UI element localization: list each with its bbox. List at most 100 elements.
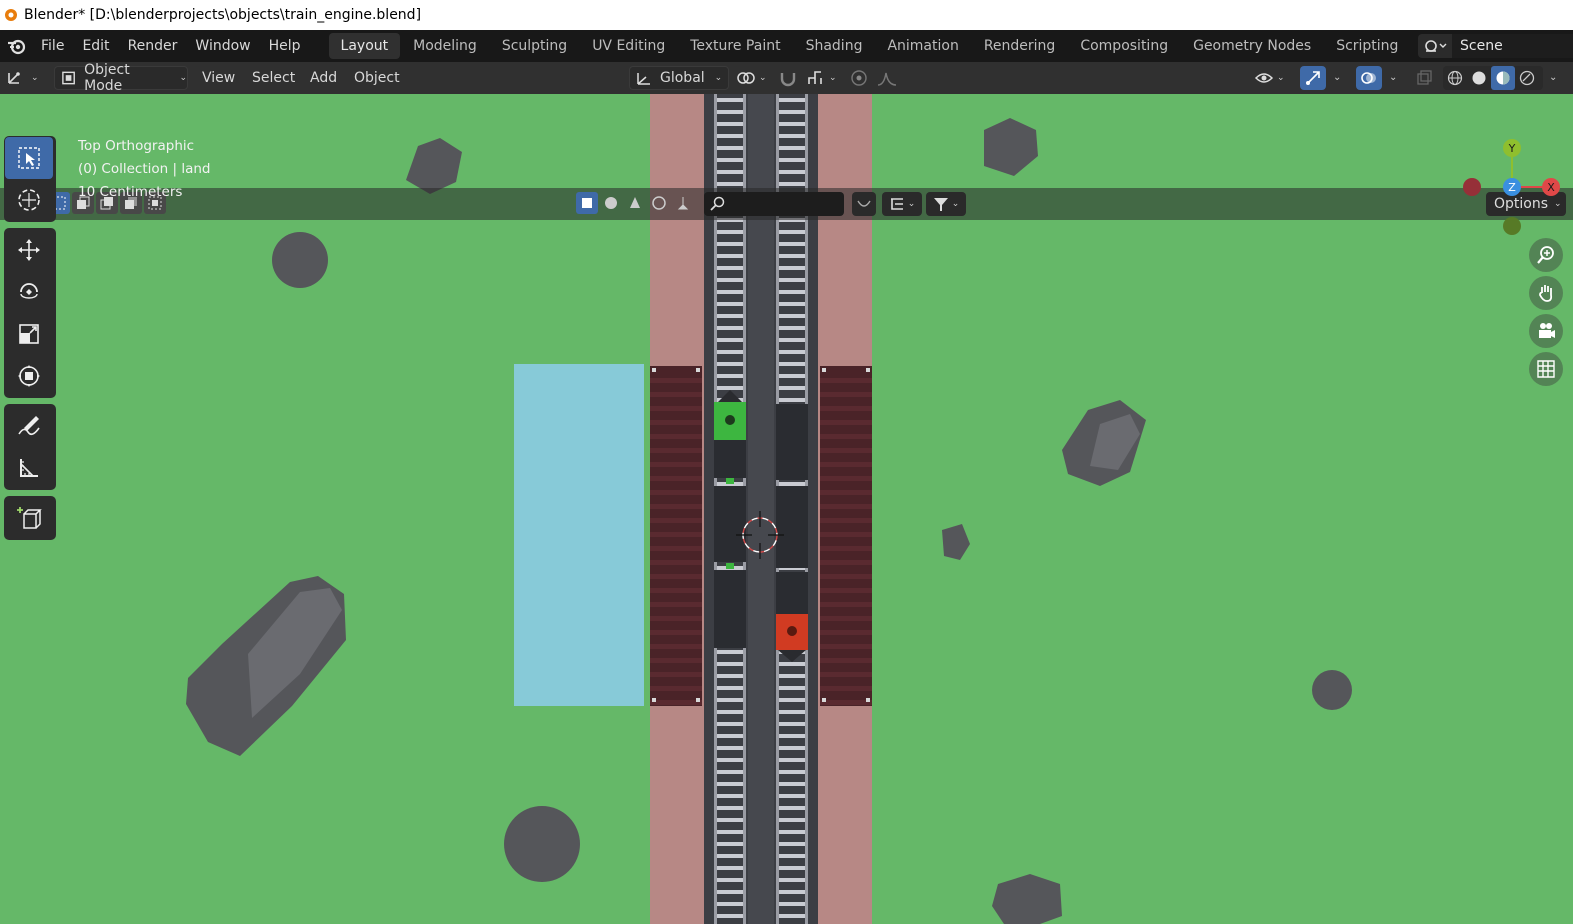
scene-selector[interactable]: Scene xyxy=(1418,33,1573,59)
rock-8[interactable] xyxy=(504,806,580,882)
tab-layout[interactable]: Layout xyxy=(328,33,401,59)
add-cube-tool[interactable] xyxy=(5,497,53,539)
measure-tool[interactable] xyxy=(5,447,53,489)
transform-orientation-dropdown[interactable]: Global ⌄ xyxy=(629,66,729,90)
ortho-toggle-button[interactable] xyxy=(1529,352,1563,386)
zoom-button[interactable] xyxy=(1529,238,1563,272)
light-filter-icon[interactable] xyxy=(624,192,646,214)
visibility-dropdown[interactable]: ⌄ xyxy=(1254,66,1294,90)
gizmo-dropdown-chevron-icon[interactable]: ⌄ xyxy=(1333,62,1341,94)
shading-dropdown-chevron-icon[interactable]: ⌄ xyxy=(1549,62,1557,94)
scale-icon xyxy=(19,324,39,344)
menu-window[interactable]: Window xyxy=(186,30,259,62)
wireframe-shading-icon[interactable] xyxy=(1443,70,1467,86)
menu-edit[interactable]: Edit xyxy=(73,30,118,62)
rock-6[interactable] xyxy=(1312,670,1352,710)
3d-viewport[interactable]: ⌄ ⌄ Options ⌄ Top Orthographic (0) Collec… xyxy=(0,94,1573,924)
hierarchy-dropdown[interactable]: ⌄ xyxy=(882,192,922,216)
curve-icon xyxy=(857,200,871,207)
snap-increment-icon xyxy=(808,71,822,84)
magnet-icon xyxy=(780,73,796,87)
gizmo-x-label: X xyxy=(1547,181,1555,194)
mode-dropdown[interactable]: Object Mode ⌄ xyxy=(54,62,188,94)
tab-scripting[interactable]: Scripting xyxy=(1324,33,1410,59)
train-car-right-1[interactable] xyxy=(776,404,808,480)
overlays-dropdown-chevron-icon[interactable]: ⌄ xyxy=(1389,62,1397,94)
material-preview-shading-icon[interactable] xyxy=(1491,66,1515,90)
move-icon xyxy=(18,239,40,261)
filter-dropdown[interactable]: ⌄ xyxy=(926,192,966,216)
menu-help[interactable]: Help xyxy=(260,30,310,62)
menu-object[interactable]: Object xyxy=(354,62,400,94)
falloff-icon xyxy=(877,72,897,86)
scale-tool[interactable] xyxy=(5,313,53,355)
gizmo-neg-x[interactable] xyxy=(1463,178,1481,196)
search-field[interactable] xyxy=(704,192,844,216)
bridge-left[interactable] xyxy=(650,366,702,706)
menu-select[interactable]: Select xyxy=(252,62,295,94)
transform-tool[interactable] xyxy=(5,355,53,397)
proportional-edit-icon xyxy=(851,70,867,86)
blender-logo-icon[interactable] xyxy=(2,31,32,61)
tab-rendering[interactable]: Rendering xyxy=(972,33,1068,59)
tab-geometry-nodes[interactable]: Geometry Nodes xyxy=(1181,33,1323,59)
water-pond[interactable] xyxy=(514,364,644,706)
tab-modeling[interactable]: Modeling xyxy=(401,33,489,59)
gizmo-z-label: Z xyxy=(1508,181,1516,194)
scene-icon[interactable] xyxy=(1418,34,1452,58)
hierarchy-icon xyxy=(890,198,903,210)
editor-type-button[interactable]: ⌄ xyxy=(6,66,44,90)
gizmo-y-label: Y xyxy=(1508,142,1516,155)
navigation-gizmo[interactable]: Y Z X xyxy=(1456,132,1568,242)
rock-2[interactable] xyxy=(272,232,328,288)
mode-label: Object Mode xyxy=(84,62,130,94)
snap-toggle[interactable] xyxy=(778,66,808,90)
xray-toggle[interactable] xyxy=(1412,66,1436,90)
pivot-point-button[interactable]: ⌄ xyxy=(736,66,772,90)
train-car-left-2[interactable] xyxy=(714,570,746,648)
annotate-icon xyxy=(18,416,40,436)
train-car-left-1[interactable] xyxy=(714,486,746,562)
train-right[interactable] xyxy=(776,404,808,662)
proportional-edit-toggle[interactable] xyxy=(850,66,874,90)
overlays-toggle[interactable] xyxy=(1356,66,1382,90)
rendered-shading-icon[interactable] xyxy=(1515,70,1539,86)
menu-render[interactable]: Render xyxy=(119,30,187,62)
window-title: Blender* [D:\blenderprojects\objects\tra… xyxy=(24,7,422,23)
tab-sculpting[interactable]: Sculpting xyxy=(490,33,579,59)
collection-label: (0) Collection | land xyxy=(78,161,211,177)
snap-target-button[interactable]: ⌄ xyxy=(806,66,844,90)
rotate-tool[interactable] xyxy=(5,271,53,313)
cursor-tool[interactable] xyxy=(5,179,53,221)
tool-shelf xyxy=(4,136,56,546)
select-box-tool[interactable] xyxy=(5,137,53,179)
material-filter-icon[interactable] xyxy=(600,192,622,214)
top-bar: File Edit Render Window Help Layout Mode… xyxy=(0,30,1573,62)
tab-texture-paint[interactable]: Texture Paint xyxy=(678,33,792,59)
pan-button[interactable] xyxy=(1529,276,1563,310)
scene-name[interactable]: Scene xyxy=(1452,34,1573,58)
falloff-button[interactable] xyxy=(876,66,912,90)
menu-view[interactable]: View xyxy=(202,62,235,94)
gizmo-toggle[interactable] xyxy=(1300,66,1326,90)
tab-shading[interactable]: Shading xyxy=(794,33,875,59)
xray-icon xyxy=(1417,70,1432,85)
tab-uv-editing[interactable]: UV Editing xyxy=(580,33,677,59)
train-left[interactable] xyxy=(714,390,746,648)
mesh-filter-icon[interactable] xyxy=(576,192,598,214)
brush-filter-icon[interactable] xyxy=(672,192,694,214)
bridge-right[interactable] xyxy=(820,366,872,706)
tab-compositing[interactable]: Compositing xyxy=(1068,33,1180,59)
annotate-tool[interactable] xyxy=(5,405,53,447)
gizmo-neg-y[interactable] xyxy=(1503,217,1521,235)
solid-shading-icon[interactable] xyxy=(1467,70,1491,86)
menu-add[interactable]: Add xyxy=(310,62,337,94)
train-car-right-2[interactable] xyxy=(776,486,808,568)
menu-file[interactable]: File xyxy=(32,30,73,62)
camera-view-button[interactable] xyxy=(1529,314,1563,348)
tab-animation[interactable]: Animation xyxy=(875,33,970,59)
cursor-tool-icon xyxy=(18,189,40,211)
curve-button[interactable] xyxy=(852,192,876,216)
world-filter-icon[interactable] xyxy=(648,192,670,214)
move-tool[interactable] xyxy=(5,229,53,271)
